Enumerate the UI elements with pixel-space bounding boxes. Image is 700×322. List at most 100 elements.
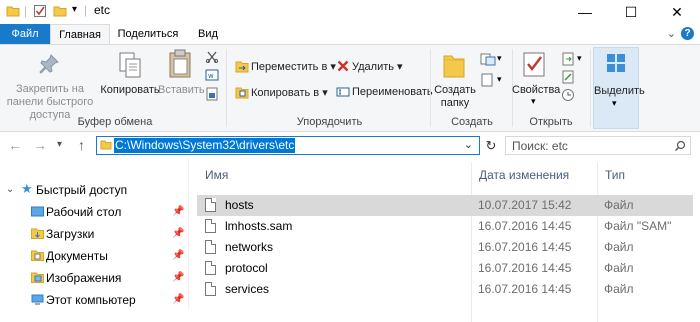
- collapse-chevron-icon[interactable]: ⌄: [6, 179, 14, 201]
- minimize-button[interactable]: —: [562, 0, 608, 24]
- file-type: Файл: [604, 240, 634, 254]
- tab-home[interactable]: Главная: [50, 24, 110, 44]
- pin-icon: 📌: [172, 228, 185, 239]
- paste-shortcut-icon[interactable]: [205, 87, 219, 101]
- recent-locations-chevron-icon[interactable]: ▾: [57, 139, 62, 150]
- delete-icon: [337, 60, 349, 72]
- nav-item-quick-access[interactable]: ⌄ ★ Быстрый доступ: [0, 179, 186, 201]
- nav-item-label: Рабочий стол: [46, 205, 122, 219]
- back-arrow-icon[interactable]: ←: [8, 137, 22, 153]
- table-row[interactable]: networks 16.07.2016 14:45 Файл: [197, 237, 693, 258]
- close-button[interactable]: ✕: [654, 0, 700, 24]
- select-grid-icon: [607, 54, 625, 72]
- search-placeholder: Поиск: etc: [512, 139, 568, 153]
- select-button[interactable]: Выделить ▾: [593, 47, 645, 129]
- forward-arrow-icon[interactable]: →: [33, 137, 47, 153]
- column-header-name[interactable]: Имя: [205, 168, 228, 182]
- pin-icon: 📌: [172, 272, 185, 283]
- file-name: lmhosts.sam: [225, 219, 293, 233]
- ribbon-tabs: Файл Главная Поделиться Вид ⌄ ?: [0, 24, 700, 45]
- move-to-button[interactable]: Переместить в ▾: [251, 60, 336, 73]
- pin-icon: 📌: [172, 206, 185, 217]
- file-icon: [205, 219, 216, 233]
- open-chevron-icon[interactable]: ▾: [577, 53, 582, 64]
- nav-item-documents[interactable]: Документы 📌: [0, 245, 186, 267]
- file-icon: [205, 261, 216, 275]
- paste-button[interactable]: Вставить: [158, 84, 205, 97]
- open-group-label: Открыть: [529, 116, 573, 128]
- group-separator: [590, 49, 591, 127]
- delete-label: Удалить: [352, 61, 394, 73]
- file-type: Файл: [604, 282, 634, 296]
- pictures-folder-icon: [31, 272, 44, 283]
- file-name: hosts: [225, 198, 254, 212]
- nav-item-label: Изображения: [46, 271, 122, 285]
- separator: |: [84, 3, 88, 17]
- copy-button[interactable]: Копировать: [100, 84, 160, 97]
- tab-share[interactable]: Поделиться: [112, 24, 184, 44]
- customize-quick-access-icon[interactable]: ▾: [72, 4, 77, 15]
- file-list: Имя Дата изменения Тип hosts 10.07.2017 …: [189, 158, 700, 322]
- star-icon: ★: [21, 181, 33, 196]
- file-date: 16.07.2016 14:45: [478, 282, 572, 296]
- delete-button[interactable]: Удалить ▾: [352, 60, 403, 73]
- new-item-icon[interactable]: [480, 52, 496, 66]
- rename-button[interactable]: Переименовать: [352, 86, 433, 98]
- nav-item-this-pc[interactable]: Этот компьютер 📌: [0, 289, 186, 311]
- nav-item-label: Загрузки: [46, 227, 95, 241]
- clipboard-group-label: Буфер обмена: [77, 116, 153, 128]
- file-type: Файл: [604, 261, 634, 275]
- properties-chevron-icon[interactable]: ▾: [531, 96, 536, 107]
- ribbon-collapse-icon[interactable]: ⌄: [667, 27, 676, 40]
- file-date: 16.07.2016 14:45: [478, 240, 572, 254]
- copy-to-label: Копировать в: [251, 87, 320, 99]
- tab-file[interactable]: Файл: [0, 24, 50, 44]
- navigation-pane: ⌄ ★ Быстрый доступ Рабочий стол 📌 Загруз…: [0, 158, 189, 309]
- desktop-folder-icon: [31, 206, 44, 217]
- copy-to-icon: [235, 87, 249, 99]
- file-name: services: [225, 282, 270, 296]
- move-to-label: Переместить в: [251, 61, 328, 73]
- address-path[interactable]: C:\Windows\System32\drivers\etc: [114, 138, 296, 153]
- nav-item-downloads[interactable]: Загрузки 📌: [0, 223, 186, 245]
- easy-access-icon[interactable]: [480, 73, 494, 87]
- column-header-date[interactable]: Дата изменения: [479, 168, 569, 182]
- easy-access-chevron-icon[interactable]: ▾: [497, 74, 502, 85]
- nav-item-pictures[interactable]: Изображения 📌: [0, 267, 186, 289]
- new-item-chevron-icon[interactable]: ▾: [497, 53, 502, 64]
- copy-to-button[interactable]: Копировать в ▾: [251, 86, 328, 99]
- table-row[interactable]: lmhosts.sam 16.07.2016 14:45 Файл "SAM": [197, 216, 693, 237]
- cut-icon[interactable]: [205, 51, 219, 63]
- help-icon[interactable]: ?: [681, 27, 694, 40]
- pin-icon: 📌: [172, 294, 185, 305]
- table-row[interactable]: hosts 10.07.2017 15:42 Файл: [197, 195, 693, 216]
- new-group-label: Создать: [451, 116, 493, 128]
- history-icon[interactable]: [561, 88, 575, 102]
- title-bar: | ▾ | etc — ☐ ✕: [0, 0, 700, 24]
- maximize-button[interactable]: ☐: [608, 0, 654, 24]
- table-row[interactable]: protocol 16.07.2016 14:45 Файл: [197, 258, 693, 279]
- select-label: Выделить: [594, 85, 645, 97]
- file-icon: [205, 240, 216, 254]
- new-folder-icon[interactable]: [53, 4, 67, 18]
- select-chevron-icon: ▾: [612, 98, 617, 108]
- new-folder-button[interactable]: Создать папку: [432, 84, 478, 110]
- address-bar[interactable]: C:\Windows\System32\drivers\etc ⌄: [96, 136, 480, 155]
- nav-item-desktop[interactable]: Рабочий стол 📌: [0, 201, 186, 223]
- up-arrow-icon[interactable]: ↑: [78, 137, 85, 153]
- properties-icon: [523, 52, 545, 77]
- refresh-icon[interactable]: ↻: [481, 136, 501, 155]
- properties-check-icon[interactable]: [33, 4, 47, 18]
- computer-icon: [31, 294, 44, 305]
- tab-view[interactable]: Вид: [186, 24, 230, 44]
- open-icon[interactable]: [561, 52, 575, 66]
- table-row[interactable]: services 16.07.2016 14:45 Файл: [197, 279, 693, 300]
- edit-icon[interactable]: [561, 70, 575, 84]
- search-input[interactable]: Поиск: etc: [505, 136, 691, 155]
- column-header-type[interactable]: Тип: [605, 168, 625, 182]
- address-dropdown-icon[interactable]: ⌄: [464, 138, 473, 151]
- file-date: 10.07.2017 15:42: [478, 198, 572, 212]
- new-folder-icon: [443, 55, 465, 78]
- group-separator: [430, 49, 431, 127]
- copy-path-icon[interactable]: w: [205, 69, 219, 81]
